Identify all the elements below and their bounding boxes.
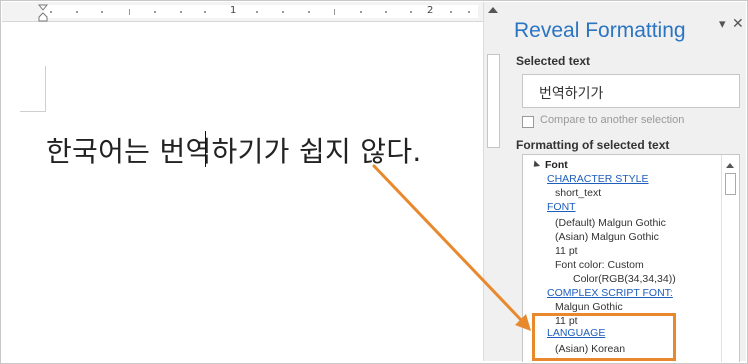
ruler-tick	[410, 11, 412, 13]
pane-close-icon[interactable]: ✕	[732, 16, 744, 32]
document-scrollbar[interactable]	[483, 2, 502, 361]
font-color-rgb-value: Color(RGB(34,34,34))	[573, 273, 676, 285]
ruler-number: 2	[427, 5, 434, 16]
ruler-tick	[308, 11, 310, 13]
selected-text-value: 번역하기가	[539, 86, 604, 102]
font-asian-value: (Asian) Malgun Gothic	[555, 231, 659, 243]
complex-script-font-value: Malgun Gothic	[555, 301, 623, 313]
ruler-tick	[76, 11, 78, 13]
character-style-link[interactable]: CHARACTER STYLE	[547, 173, 649, 185]
collapse-triangle-icon[interactable]	[530, 160, 541, 170]
document-text[interactable]: 한국어는 번역하기가 쉽지 않다.	[46, 130, 422, 170]
ruler-tick	[360, 11, 362, 13]
ruler-tick	[204, 11, 206, 13]
ruler-tick	[450, 11, 452, 13]
ruler-tick	[256, 11, 258, 13]
annotation-highlight-box	[532, 313, 676, 361]
font-link[interactable]: FONT	[547, 201, 576, 213]
compare-checkbox[interactable]	[522, 116, 534, 128]
font-size-value: 11 pt	[555, 245, 578, 257]
text-cursor	[205, 131, 206, 167]
ruler-tick	[282, 11, 284, 13]
ruler-tick	[154, 11, 156, 13]
formatting-scrollbar[interactable]	[721, 155, 739, 362]
selected-text-heading: Selected text	[516, 54, 591, 68]
ruler-tick	[129, 9, 130, 15]
ruler-tick	[334, 9, 335, 15]
font-default-value: (Default) Malgun Gothic	[555, 217, 666, 229]
scroll-up-arrow-icon[interactable]	[488, 7, 498, 13]
indent-marker-icon[interactable]	[38, 4, 48, 22]
formatting-heading: Formatting of selected text	[516, 138, 670, 152]
compare-checkbox-label: Compare to another selection	[540, 114, 685, 126]
scrollbar-thumb[interactable]	[487, 54, 500, 148]
character-style-value: short_text	[555, 187, 602, 199]
selected-text-box: 번역하기가	[522, 74, 740, 108]
font-color-value: Font color: Custom	[555, 259, 644, 271]
document-page[interactable]: 한국어는 번역하기가 쉽지 않다.	[2, 22, 483, 361]
scrollbar-thumb[interactable]	[725, 173, 736, 195]
reveal-formatting-pane: Reveal Formatting ▾ ✕ Selected text 번역하기…	[502, 2, 746, 362]
ruler-tick	[468, 11, 470, 13]
pane-title: Reveal Formatting	[514, 19, 686, 42]
ruler-text-area: 1 2	[42, 5, 478, 18]
ruler-tick	[385, 11, 387, 13]
scroll-up-arrow-icon[interactable]	[726, 163, 734, 168]
ruler-tick	[180, 11, 182, 13]
complex-script-font-link[interactable]: COMPLEX SCRIPT FONT:	[547, 287, 673, 299]
font-group-header[interactable]: Font	[545, 159, 568, 171]
ruler-number: 1	[230, 5, 237, 16]
margin-corner-mark	[20, 66, 46, 112]
horizontal-ruler[interactable]: 1 2	[2, 2, 483, 22]
pane-options-dropdown-icon[interactable]: ▾	[719, 17, 726, 32]
ruler-tick	[101, 11, 103, 13]
ruler-tick	[50, 11, 52, 13]
